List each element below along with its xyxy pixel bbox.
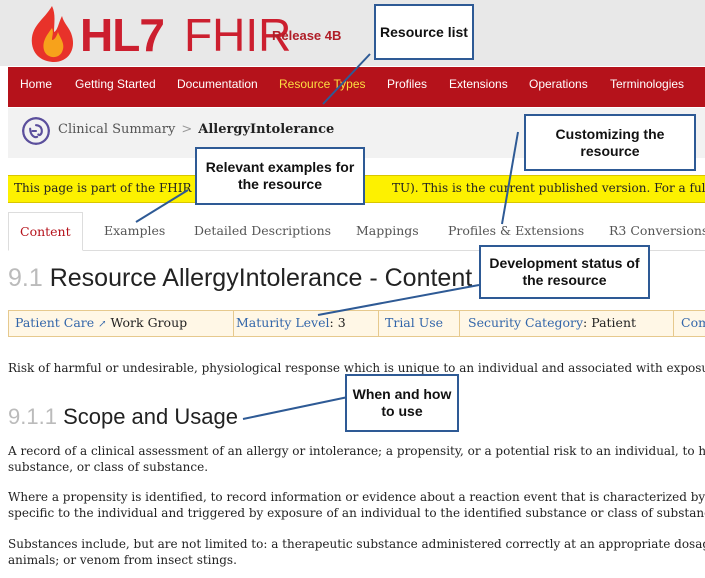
workgroup-bar: Patient Care ↗ Work Group Maturity Level… — [8, 310, 705, 337]
compartments-link[interactable]: Com — [681, 315, 705, 330]
tab-profiles-extensions[interactable]: Profiles & Extensions — [448, 212, 584, 249]
main-nav: Home Getting Started Documentation Resou… — [8, 67, 705, 107]
maturity-value: : 3 — [329, 315, 346, 330]
notice-text-end: TU). This is the current published versi… — [392, 181, 705, 195]
scope-title: Scope and Usage — [63, 404, 238, 429]
security-value: : Patient — [583, 315, 637, 330]
patient-care-link[interactable]: Patient Care — [15, 315, 94, 330]
callout-dev-status: Development status of the resource — [479, 245, 650, 299]
allergy-icon — [22, 117, 50, 145]
nav-getting-started[interactable]: Getting Started — [75, 77, 156, 91]
scope-paragraph-2-line-2: specific to the individual and triggered… — [8, 506, 705, 520]
scope-number: 9.1.1 — [8, 404, 57, 429]
scope-paragraph-1-line-1: A record of a clinical assessment of an … — [8, 444, 705, 458]
notice-text-start: This page is part of the FHIR S — [14, 181, 204, 195]
nav-operations[interactable]: Operations — [529, 77, 588, 91]
nav-extensions[interactable]: Extensions — [449, 77, 508, 91]
release-label: Release 4B — [272, 28, 342, 43]
trial-use-link[interactable]: Trial Use — [385, 315, 443, 330]
tab-r3-conversions[interactable]: R3 Conversions — [609, 212, 705, 249]
workgroup-cell: Patient Care ↗ Work Group — [9, 311, 234, 336]
tab-examples[interactable]: Examples — [104, 212, 165, 249]
security-cell: Security Category: Patient — [468, 311, 674, 336]
scope-paragraph-1-line-2: substance, or class of substance. — [8, 460, 209, 474]
scope-paragraph-2-line-1: Where a propensity is identified, to rec… — [8, 490, 705, 504]
scope-paragraph-3-line-2: animals; or venom from insect stings. — [8, 553, 237, 567]
work-group-label: Work Group — [110, 315, 188, 330]
connector-when-how — [242, 396, 349, 420]
maturity-cell: Maturity Level: 3 — [234, 311, 379, 336]
nav-home[interactable]: Home — [20, 77, 52, 91]
external-link-icon: ↗ — [98, 319, 107, 330]
callout-when-how: When and how to use — [345, 374, 459, 432]
page-title-text: Resource AllergyIntolerance - Content — [49, 264, 473, 292]
security-category-link[interactable]: Security Category — [468, 315, 583, 330]
breadcrumb-current: AllergyIntolerance — [198, 122, 335, 137]
flame-icon — [31, 6, 74, 62]
nav-resource-types[interactable]: Resource Types — [279, 77, 366, 91]
brand-hl7: HL7 — [80, 9, 165, 61]
scope-paragraph-3-line-1: Substances include, but are not limited … — [8, 537, 705, 551]
nav-profiles[interactable]: Profiles — [387, 77, 427, 91]
site-header: HL7 FHIR Release 4B — [0, 0, 705, 66]
breadcrumb-parent[interactable]: Clinical Summary — [58, 122, 175, 137]
callout-customizing: Customizing the resource — [524, 114, 696, 171]
maturity-link[interactable]: Maturity Level — [236, 315, 330, 330]
nav-documentation[interactable]: Documentation — [177, 77, 258, 91]
scope-heading: 9.1.1 Scope and Usage — [8, 404, 238, 430]
page-title: 9.1 Resource AllergyIntolerance - Conten… — [8, 264, 472, 293]
tab-mappings[interactable]: Mappings — [356, 212, 419, 249]
tab-detailed-descriptions[interactable]: Detailed Descriptions — [194, 212, 331, 249]
page-title-number: 9.1 — [8, 264, 43, 292]
callout-examples: Relevant examples for the resource — [195, 147, 365, 205]
breadcrumb-separator: > — [181, 122, 193, 137]
status-cell: Trial Use — [385, 311, 460, 336]
tab-content[interactable]: Content — [8, 212, 83, 251]
compartments-cell: Com — [681, 311, 705, 336]
nav-terminologies[interactable]: Terminologies — [610, 77, 684, 91]
callout-resource-list: Resource list — [374, 4, 474, 60]
